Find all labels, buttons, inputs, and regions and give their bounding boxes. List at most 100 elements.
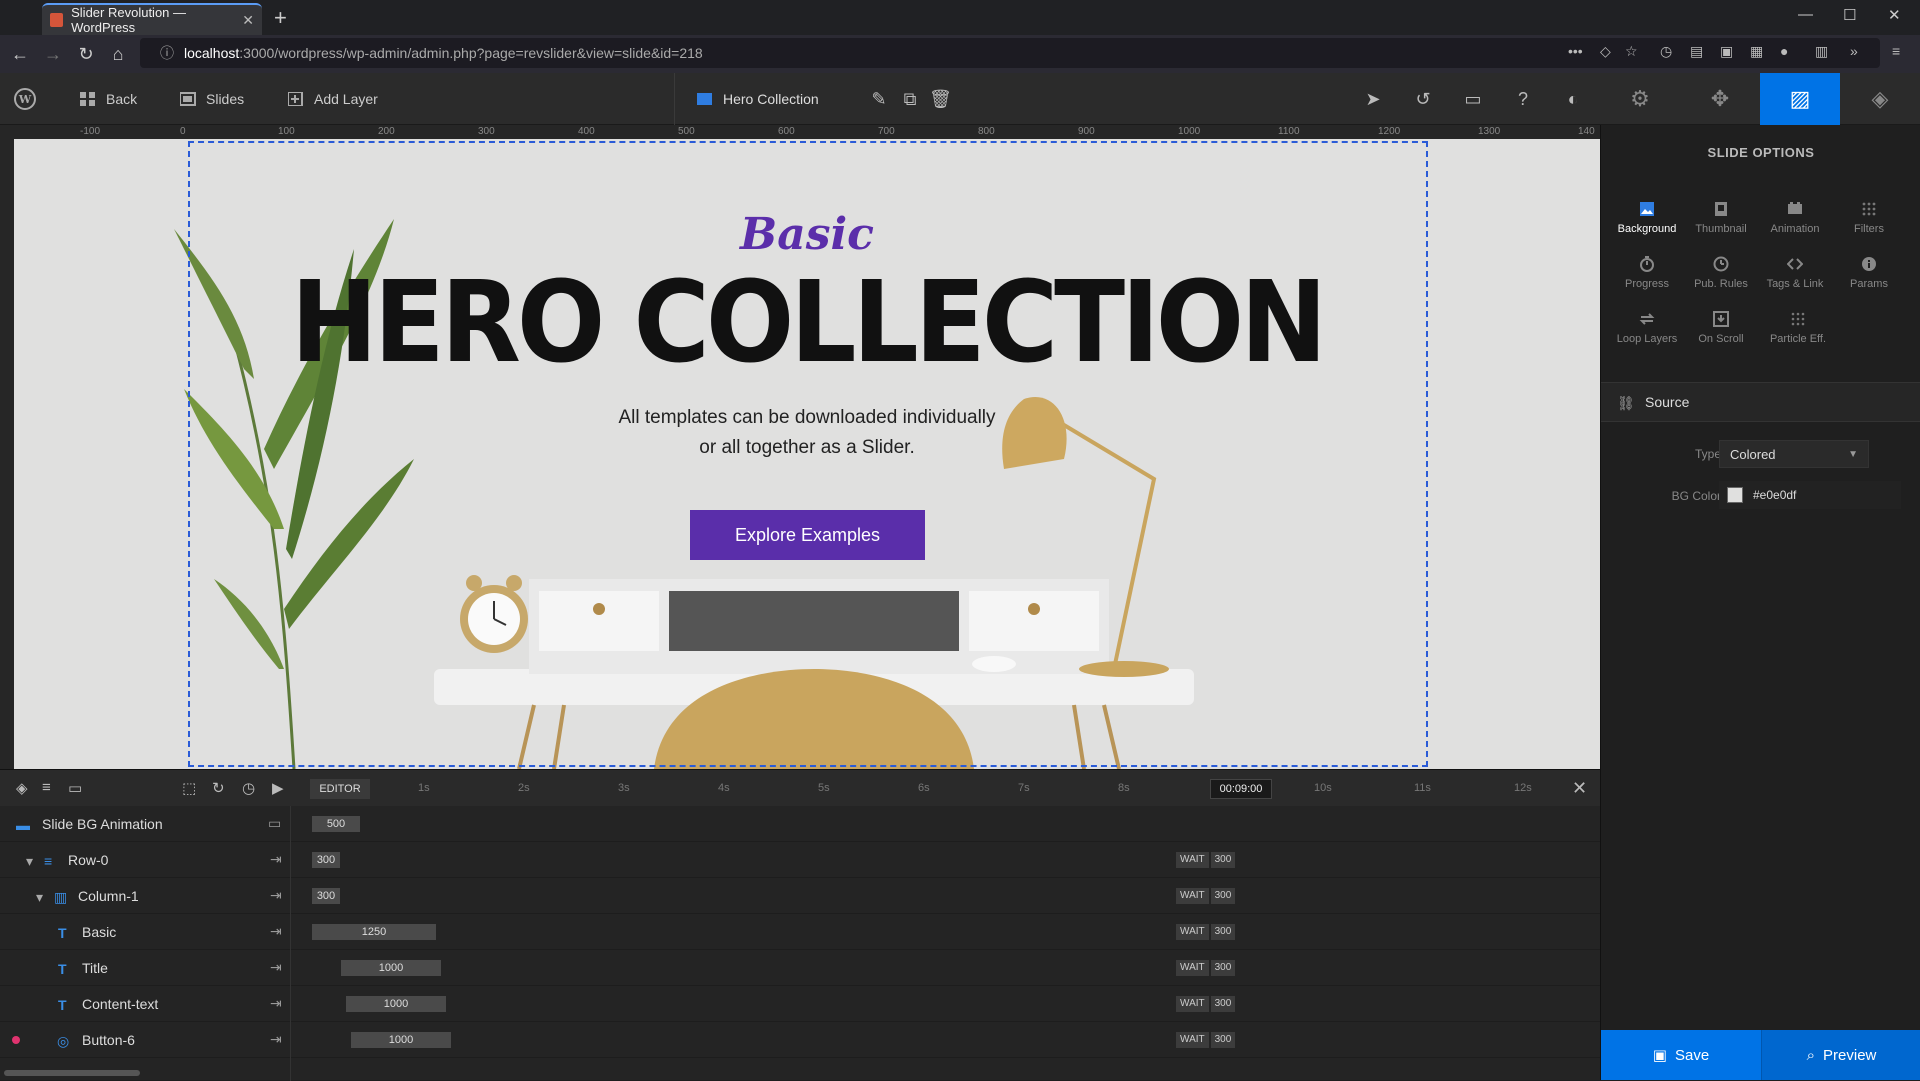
browser-tab[interactable]: Slider Revolution — WordPress ✕	[42, 3, 262, 35]
option-animation[interactable]: Animation	[1755, 201, 1835, 253]
option-thumbnail[interactable]: Thumbnail	[1681, 201, 1761, 253]
loop-icon[interactable]: ↻	[212, 779, 225, 797]
folder-icon[interactable]: ▭	[68, 779, 82, 797]
undo-icon[interactable]: ↺	[1412, 89, 1434, 111]
content-text-layer[interactable]: All templates can be downloaded individu…	[14, 403, 1600, 463]
trash-icon[interactable]: 🗑	[929, 89, 952, 111]
url-bar[interactable]: ⓘ localhost :3000/wordpress/wp-admin/adm…	[140, 38, 1880, 68]
pin-icon[interactable]: ⇥	[270, 923, 282, 940]
layers-tab[interactable]: ◈	[1840, 73, 1920, 125]
wait-tag[interactable]: WAIT 300	[1176, 852, 1237, 868]
account-icon[interactable]: ●	[1780, 43, 1788, 59]
maximize-icon[interactable]: ☐	[1843, 6, 1856, 24]
duration-bar[interactable]: 1000	[341, 960, 441, 976]
collapse-caret-icon[interactable]: ▾	[26, 853, 40, 869]
duration-bar[interactable]: 1000	[351, 1032, 451, 1048]
type-select[interactable]: Colored ▼	[1719, 440, 1869, 468]
home-icon[interactable]: ⌂	[103, 39, 133, 69]
duration-bar[interactable]: 500	[312, 816, 360, 832]
folder-icon[interactable]: ▭	[268, 815, 281, 832]
source-section-header[interactable]: ⛓ Source	[1601, 382, 1920, 422]
option-tags-link[interactable]: Tags & Link	[1755, 256, 1835, 308]
reload-icon[interactable]: ↻	[71, 39, 101, 69]
wait-tag[interactable]: WAIT 300	[1176, 924, 1237, 940]
duration-bar[interactable]: 1000	[346, 996, 446, 1012]
option-on-scroll[interactable]: On Scroll	[1681, 311, 1761, 363]
more-dots-icon[interactable]: •••	[1568, 43, 1583, 59]
menu-icon[interactable]: ≡	[1892, 43, 1900, 59]
pocket-icon[interactable]: ◇	[1600, 43, 1611, 60]
sidebar-icon[interactable]: ▥	[1815, 43, 1828, 60]
apps-icon[interactable]: ▦	[1750, 43, 1763, 60]
explore-examples-button[interactable]: Explore Examples	[690, 510, 925, 560]
option-pub-rules[interactable]: Pub. Rules	[1681, 256, 1761, 308]
slide-options-tab[interactable]: ▨	[1760, 73, 1840, 125]
option-loop-layers[interactable]: Loop Layers	[1607, 311, 1687, 363]
window-close-icon[interactable]: ✕	[1888, 6, 1901, 24]
basic-layer-text[interactable]: Basic	[14, 209, 1600, 260]
option-background[interactable]: Background	[1607, 201, 1687, 253]
wait-tag[interactable]: WAIT 300	[1176, 996, 1237, 1012]
extension-icon[interactable]: ▣	[1720, 43, 1733, 60]
pin-icon[interactable]: ⇥	[270, 959, 282, 976]
desktop-icon[interactable]: ▭	[1462, 89, 1484, 111]
wait-tag[interactable]: WAIT 300	[1176, 888, 1237, 904]
timeline-row[interactable]: ◎ Button-6 ⇥ 1000 WAIT 300	[0, 1022, 1600, 1058]
timeline-row[interactable]: ▬ Slide BG Animation ▭ 500	[0, 806, 1600, 842]
wait-tag[interactable]: WAIT 300	[1176, 960, 1237, 976]
pin-icon[interactable]: ⇥	[270, 995, 282, 1012]
pin-icon[interactable]: ⇥	[270, 1031, 282, 1048]
back-arrow-icon[interactable]: ←	[5, 39, 35, 69]
duration-bar[interactable]: 300	[312, 888, 340, 904]
navigation-tab[interactable]: ✥	[1680, 73, 1760, 125]
new-tab-icon[interactable]: +	[274, 5, 287, 31]
timeline-row[interactable]: T Basic ⇥ 1250 WAIT 300	[0, 914, 1600, 950]
cursor-icon[interactable]: ➤	[1362, 89, 1384, 111]
slides-button[interactable]: Slides	[180, 73, 244, 125]
forward-arrow-icon[interactable]: →	[38, 39, 68, 69]
timeline-row[interactable]: ▾ ▥ Column-1 ⇥ 300 WAIT 300	[0, 878, 1600, 914]
option-particle-eff[interactable]: Particle Eff.	[1758, 311, 1838, 363]
option-progress[interactable]: Progress	[1607, 256, 1687, 308]
minimize-icon[interactable]: —	[1798, 6, 1813, 23]
select-icon[interactable]: ⬚	[182, 779, 196, 797]
option-params[interactable]: Params	[1829, 256, 1909, 308]
help-icon[interactable]: ?	[1512, 89, 1534, 111]
contrast-icon[interactable]: ◐	[1562, 89, 1584, 111]
timeline-row[interactable]: ▾ ≡ Row-0 ⇥ 300 WAIT 300	[0, 842, 1600, 878]
bgcolor-field[interactable]: #e0e0df	[1719, 481, 1901, 509]
close-timeline-icon[interactable]: ✕	[1572, 778, 1587, 799]
star-icon[interactable]: ☆	[1625, 43, 1638, 60]
history-icon[interactable]: ◷	[1660, 43, 1672, 60]
timeline-row[interactable]: T Content-text ⇥ 1000 WAIT 300	[0, 986, 1600, 1022]
add-layer-button[interactable]: Add Layer	[288, 73, 378, 125]
title-layer-heading[interactable]: HERO COLLECTION	[14, 256, 1600, 388]
duration-bar[interactable]: 1250	[312, 924, 436, 940]
pin-icon[interactable]: ⇥	[270, 887, 282, 904]
duplicate-icon[interactable]: ⧉	[899, 89, 921, 111]
collapse-caret-icon[interactable]: ▾	[36, 889, 50, 905]
time-readout[interactable]: 00:09:00	[1210, 779, 1272, 799]
play-icon[interactable]: ▶	[272, 779, 284, 797]
wordpress-logo-icon[interactable]: W	[14, 73, 36, 125]
close-tab-icon[interactable]: ✕	[242, 12, 254, 29]
slide-canvas[interactable]: Basic HERO COLLECTION All templates can …	[14, 139, 1600, 769]
preview-button[interactable]: ⌕ Preview	[1761, 1030, 1920, 1080]
settings-tab[interactable]: ⚙	[1600, 73, 1680, 125]
timeline-row[interactable]: T Title ⇥ 1000 WAIT 300	[0, 950, 1600, 986]
wait-tag[interactable]: WAIT 300	[1176, 1032, 1237, 1048]
layers-toggle-icon[interactable]: ◈	[16, 779, 28, 797]
color-swatch[interactable]	[1727, 487, 1743, 503]
reader-icon[interactable]: ▤	[1690, 43, 1703, 60]
list-icon[interactable]: ≡	[42, 779, 51, 796]
timeline-scrollbar[interactable]	[4, 1070, 140, 1076]
editor-tag[interactable]: EDITOR	[310, 779, 370, 799]
overflow-icon[interactable]: »	[1850, 43, 1858, 59]
save-button[interactable]: ▣ Save	[1601, 1030, 1761, 1080]
stopwatch-icon[interactable]: ◷	[242, 779, 255, 797]
back-button[interactable]: Back	[80, 73, 137, 125]
duration-bar[interactable]: 300	[312, 852, 340, 868]
pencil-icon[interactable]: ✎	[868, 89, 890, 111]
option-filters[interactable]: Filters	[1829, 201, 1909, 253]
pin-icon[interactable]: ⇥	[270, 851, 282, 868]
